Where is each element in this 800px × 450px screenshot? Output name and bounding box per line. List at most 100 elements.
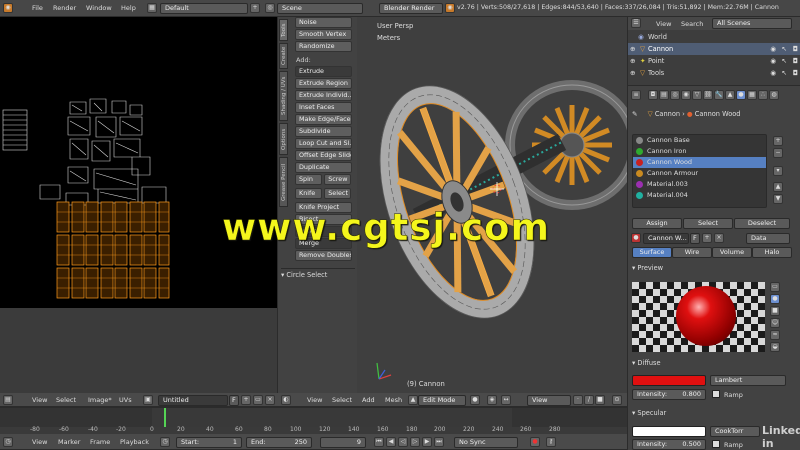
visibility-eye-icon[interactable]: ◉	[770, 43, 776, 55]
keying-set-icon[interactable]: ⚷	[546, 437, 556, 447]
layout-selector[interactable]: Default	[160, 3, 248, 14]
record-icon[interactable]: ●	[530, 437, 540, 447]
layout-icon[interactable]: ▦	[147, 3, 157, 13]
material-fake-user-button[interactable]: F	[690, 233, 700, 244]
extrude-individual-button[interactable]: Extrude Individ...	[295, 90, 352, 101]
diffuse-shader-selector[interactable]: Lambert	[710, 375, 786, 386]
editor-type-icon[interactable]: ▤	[3, 395, 13, 405]
render-camera-icon[interactable]: ◘	[793, 67, 798, 79]
knife-select-button[interactable]: Select	[324, 188, 352, 199]
specular-panel-header[interactable]: ▾ Specular	[632, 409, 792, 417]
visibility-eye-icon[interactable]: ◉	[770, 55, 776, 67]
add-slot-icon[interactable]: +	[773, 136, 783, 146]
select-arrow-icon[interactable]: ↖	[781, 43, 787, 55]
physics-tab-icon[interactable]: ◍	[769, 90, 779, 100]
preview-cube-icon[interactable]: ■	[770, 306, 780, 316]
tab-tools[interactable]: Tools	[279, 19, 288, 41]
preview-range-icon[interactable]: ◷	[160, 437, 170, 447]
image-new-icon[interactable]: +	[241, 395, 251, 405]
subdivide-button[interactable]: Subdivide	[295, 126, 352, 137]
specular-shader-selector[interactable]: CookTorr	[710, 426, 760, 437]
operator-panel-header[interactable]: ▾ Circle Select	[281, 268, 355, 280]
move-slot-down-icon[interactable]: ▼	[773, 194, 783, 204]
spin-button[interactable]: Spin	[295, 174, 322, 185]
v3d-menu-mesh[interactable]: Mesh	[385, 396, 402, 404]
tl-menu-playback[interactable]: Playback	[120, 438, 149, 446]
diffuse-ramp-checkbox[interactable]	[712, 390, 720, 398]
start-frame-field[interactable]: Start: 1	[176, 437, 242, 448]
assign-button[interactable]: Assign	[632, 218, 682, 229]
object-tab-icon[interactable]: ▽	[692, 90, 702, 100]
tab-options[interactable]: Options	[279, 123, 288, 155]
material-slot[interactable]: Cannon Armour	[633, 168, 766, 179]
snap-icon[interactable]: ⊙	[612, 395, 622, 405]
tl-menu-marker[interactable]: Marker	[58, 438, 80, 446]
noise-button[interactable]: Noise	[295, 17, 352, 28]
render-layers-tab-icon[interactable]: ▤	[659, 90, 669, 100]
material-slot[interactable]: Material.003	[633, 179, 766, 190]
duplicate-button[interactable]: Duplicate	[295, 162, 352, 173]
material-name-field[interactable]: Cannon W...	[643, 233, 689, 244]
image-fake-user-button[interactable]: F	[229, 395, 239, 406]
menu-help[interactable]: Help	[121, 4, 136, 12]
v3d-menu-select[interactable]: Select	[332, 396, 352, 404]
image-close-icon[interactable]: ×	[265, 395, 275, 405]
smooth-vertex-button[interactable]: Smooth Vertex	[295, 29, 352, 40]
tab-shading-uvs[interactable]: Shading / UVs	[279, 71, 288, 121]
knife-button[interactable]: Knife	[295, 188, 322, 199]
manipulator-icon[interactable]: ↔	[501, 395, 511, 405]
tab-halo[interactable]: Halo	[752, 247, 792, 258]
preview-sky-icon[interactable]: ◒	[770, 342, 780, 352]
menu-window[interactable]: Window	[86, 4, 112, 12]
preview-flat-icon[interactable]: ▭	[770, 282, 780, 292]
pivot-icon[interactable]: ◈	[487, 395, 497, 405]
randomize-button[interactable]: Randomize	[295, 41, 352, 52]
editor-type-timeline-icon[interactable]: ◷	[3, 437, 13, 447]
viewport-3d[interactable]: User Persp Meters (9) Cannon	[357, 17, 627, 393]
material-tab-icon[interactable]: ●	[736, 90, 746, 100]
transform-orientation-selector[interactable]: View	[527, 395, 571, 406]
outliner-search-menu[interactable]: Search	[681, 20, 703, 28]
uv-menu-select[interactable]: Select	[56, 396, 76, 404]
texture-tab-icon[interactable]: ▦	[747, 90, 757, 100]
constraints-tab-icon[interactable]: ⛓	[703, 90, 713, 100]
offset-edge-slide-button[interactable]: Offset Edge Slide	[295, 150, 352, 161]
sync-selector[interactable]: No Sync	[454, 437, 518, 448]
world-tab-icon[interactable]: ◉	[681, 90, 691, 100]
make-edge-face-button[interactable]: Make Edge/Face	[295, 114, 352, 125]
preview-panel-header[interactable]: ▾ Preview	[632, 264, 792, 272]
specular-ramp-checkbox[interactable]	[712, 440, 720, 448]
pin-icon[interactable]: ✎	[632, 110, 638, 118]
specular-color-swatch[interactable]	[632, 426, 706, 437]
screw-button[interactable]: Screw	[324, 174, 352, 185]
next-key-icon[interactable]: ▶	[422, 437, 432, 447]
material-new-icon[interactable]: +	[702, 233, 712, 243]
tab-grease-pencil[interactable]: Grease Pencil	[279, 157, 288, 207]
scene-selector[interactable]: Scene	[277, 3, 363, 14]
modifiers-tab-icon[interactable]: 🔧	[714, 90, 724, 100]
render-camera-icon[interactable]: ◘	[793, 55, 798, 67]
jump-end-icon[interactable]: ⏭	[434, 437, 444, 447]
uv-menu-uvs[interactable]: UVs	[119, 396, 132, 404]
edge-select-icon[interactable]: /	[584, 395, 594, 405]
select-button[interactable]: Select	[683, 218, 733, 229]
image-browse-icon[interactable]: ▣	[143, 395, 153, 405]
play-reverse-icon[interactable]: ◁	[398, 437, 408, 447]
remove-slot-icon[interactable]: −	[773, 148, 783, 158]
remove-doubles-button[interactable]: Remove Doubles	[295, 250, 352, 261]
tab-wire[interactable]: Wire	[672, 247, 712, 258]
material-slots-list[interactable]: Cannon Base Cannon Iron Cannon Wood Cann…	[632, 134, 767, 208]
extrude-region-button[interactable]: Extrude Region	[295, 78, 352, 89]
inset-faces-button[interactable]: Inset Faces	[295, 102, 352, 113]
outliner-item-cannon[interactable]: ⊕ ▽ Cannon ◉ ↖ ◘	[628, 43, 800, 55]
preview-sphere-icon[interactable]: ●	[770, 294, 780, 304]
image-name-field[interactable]: Untitled	[158, 395, 228, 406]
visibility-eye-icon[interactable]: ◉	[770, 67, 776, 79]
layout-add-icon[interactable]: +	[250, 3, 260, 13]
scene-icon[interactable]: ◎	[265, 3, 275, 13]
material-slot[interactable]: Cannon Iron	[633, 146, 766, 157]
outliner-view-menu[interactable]: View	[656, 20, 671, 28]
jump-start-icon[interactable]: ⏮	[374, 437, 384, 447]
tl-menu-frame[interactable]: Frame	[90, 438, 110, 446]
material-browse-icon[interactable]: ●	[631, 233, 641, 243]
